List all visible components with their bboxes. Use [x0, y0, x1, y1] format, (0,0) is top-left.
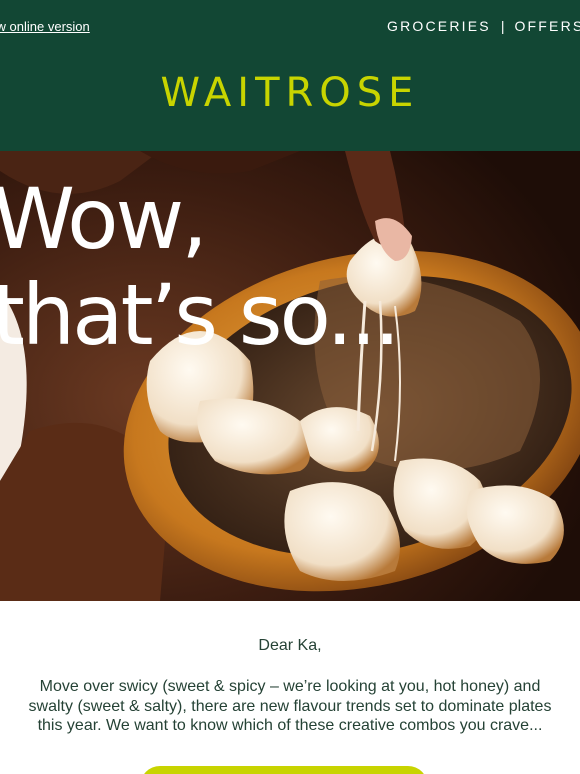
intro-paragraph: Move over swicy (sweet & spicy – we’re l… — [28, 678, 552, 734]
headline-line-2: that’s so... — [0, 266, 401, 364]
top-nav: GROCERIES | OFFERS — [387, 18, 580, 34]
email-header: View online version GROCERIES | OFFERS WAI… — [0, 0, 580, 151]
hero-headline: Wow, that’s so... — [0, 170, 401, 364]
nav-separator: | — [500, 18, 505, 34]
email-body: Dear Ka, Move over swicy (sweet & spicy … — [0, 601, 580, 774]
hero-image[interactable]: Wow, that’s so... — [0, 151, 580, 601]
headline-line-1: Wow, — [0, 170, 208, 268]
view-online-link[interactable]: View online version — [0, 19, 90, 34]
waitrose-logo[interactable]: WAITROSE — [0, 70, 580, 116]
nav-groceries-link[interactable]: GROCERIES — [387, 18, 491, 34]
greeting-text: Dear Ka, — [258, 637, 322, 654]
cta-button[interactable] — [140, 766, 428, 774]
nav-offers-link[interactable]: OFFERS — [514, 18, 580, 34]
